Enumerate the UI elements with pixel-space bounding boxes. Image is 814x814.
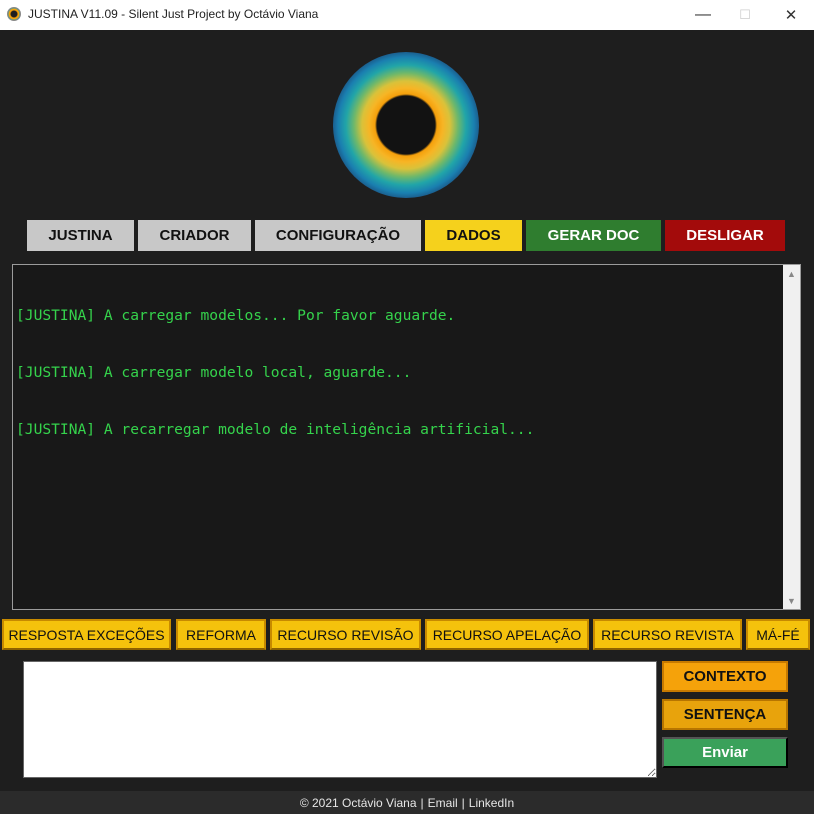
console-line: [JUSTINA] A recarregar modelo de intelig… [16, 421, 535, 438]
scroll-up-icon[interactable]: ▲ [783, 265, 800, 282]
gerar-doc-button[interactable]: GERAR DOC [526, 220, 661, 251]
title-bar: JUSTINA V11.09 - Silent Just Project by … [0, 0, 814, 30]
maximize-button[interactable]: ☐ [722, 0, 768, 30]
scroll-down-icon[interactable]: ▼ [783, 592, 800, 609]
minimize-button[interactable]: — [680, 0, 726, 30]
console-scrollbar[interactable]: ▲ ▼ [783, 265, 800, 609]
message-input[interactable] [23, 661, 657, 778]
footer-separator: | [420, 795, 424, 810]
eye-logo-icon [333, 52, 479, 198]
console-output[interactable]: [JUSTINA] A carregar modelos... Por favo… [12, 264, 801, 610]
enviar-button[interactable]: Enviar [662, 737, 788, 768]
footer: © 2021 Octávio Viana | Email | LinkedIn [0, 791, 814, 814]
console-line: [JUSTINA] A carregar modelos... Por favo… [16, 307, 456, 324]
email-link[interactable]: Email [428, 796, 458, 810]
close-button[interactable]: ✕ [768, 0, 814, 30]
window-title: JUSTINA V11.09 - Silent Just Project by … [28, 7, 319, 21]
footer-separator: | [461, 795, 465, 810]
recurso-apelacao-button[interactable]: RECURSO APELAÇÃO [425, 619, 589, 650]
console-line: [JUSTINA] A carregar modelo local, aguar… [16, 364, 412, 381]
desligar-button[interactable]: DESLIGAR [665, 220, 785, 251]
eye-logo-icon [7, 7, 21, 21]
dados-tab-button[interactable]: DADOS [425, 220, 522, 251]
sentenca-button[interactable]: SENTENÇA [662, 699, 788, 730]
configuracao-tab-button[interactable]: CONFIGURAÇÃO [255, 220, 421, 251]
resposta-excecoes-button[interactable]: RESPOSTA EXCEÇÕES [2, 619, 171, 650]
copyright-text: © 2021 Octávio Viana [299, 795, 417, 810]
reforma-button[interactable]: REFORMA [176, 619, 266, 650]
criador-tab-button[interactable]: CRIADOR [138, 220, 251, 251]
recurso-revista-button[interactable]: RECURSO REVISTA [593, 619, 742, 650]
ma-fe-button[interactable]: MÁ-FÉ [746, 619, 810, 650]
justina-tab-button[interactable]: JUSTINA [27, 220, 134, 251]
recurso-revisao-button[interactable]: RECURSO REVISÃO [270, 619, 421, 650]
console-lines: [JUSTINA] A carregar modelos... Por favo… [16, 268, 786, 477]
linkedin-link[interactable]: LinkedIn [469, 796, 514, 810]
contexto-button[interactable]: CONTEXTO [662, 661, 788, 692]
